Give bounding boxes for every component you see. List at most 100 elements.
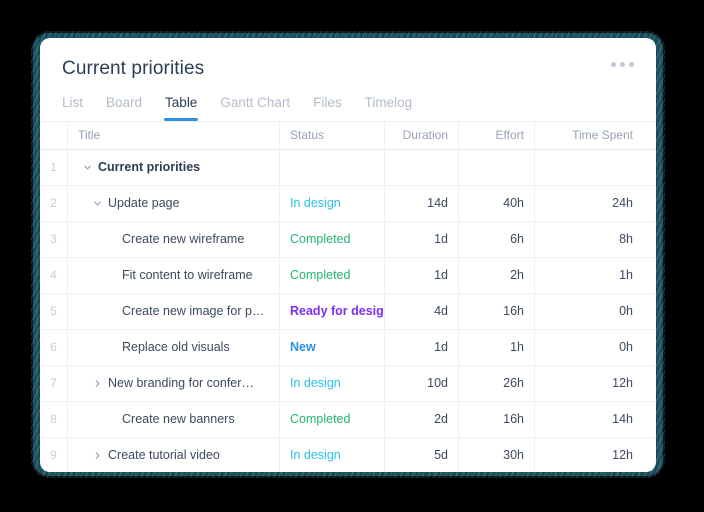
table-row[interactable]: 3 Create new wireframe Completed 1d 6h 8h bbox=[40, 221, 656, 258]
task-title: Create new image for p… bbox=[122, 304, 265, 319]
table-row[interactable]: 4 Fit content to wireframe Completed 1d 2h 1h bbox=[40, 257, 656, 294]
row-number: 1 bbox=[40, 149, 68, 185]
cell-effort[interactable]: 16h bbox=[459, 401, 535, 437]
status-badge: Completed bbox=[290, 232, 351, 247]
cell-title: New branding for confer… bbox=[68, 365, 280, 401]
cell-title: Replace old visuals bbox=[68, 329, 280, 365]
column-header-title[interactable]: Title bbox=[68, 121, 280, 149]
cell-duration[interactable] bbox=[385, 149, 459, 185]
column-header-duration[interactable]: Duration bbox=[385, 121, 459, 149]
cell-time-spent[interactable]: 12h bbox=[535, 438, 643, 472]
cell-time-spent[interactable] bbox=[535, 150, 643, 185]
row-number: 9 bbox=[40, 437, 68, 472]
cell-duration[interactable]: 1d bbox=[385, 257, 459, 293]
kebab-menu-icon[interactable] bbox=[611, 62, 634, 67]
task-title: Create tutorial video bbox=[108, 448, 220, 463]
cell-effort[interactable]: 26h bbox=[459, 365, 535, 401]
cell-status[interactable]: Ready for design bbox=[280, 293, 385, 329]
table-row[interactable]: 1 Current priorities bbox=[40, 149, 656, 186]
project-card: Current priorities List Board Table Gantt C… bbox=[40, 38, 656, 472]
cell-title: Current priorities bbox=[68, 149, 280, 185]
cell-title: Create new wireframe bbox=[68, 221, 280, 257]
cell-time-spent[interactable]: 12h bbox=[535, 366, 643, 401]
tab-table[interactable]: Table bbox=[164, 95, 199, 121]
table-row[interactable]: 8 Create new banners Completed 2d 16h 14h bbox=[40, 401, 656, 438]
row-number: 5 bbox=[40, 293, 68, 329]
cell-title: Create new image for p… bbox=[68, 293, 280, 329]
status-badge: New bbox=[290, 340, 316, 355]
cell-effort[interactable]: 2h bbox=[459, 257, 535, 293]
tab-timelog[interactable]: Timelog bbox=[365, 95, 413, 121]
chevron-down-icon[interactable] bbox=[80, 163, 94, 172]
row-number: 3 bbox=[40, 221, 68, 257]
kebab-dot bbox=[629, 62, 634, 67]
cell-duration[interactable]: 2d bbox=[385, 401, 459, 437]
tab-list[interactable]: List bbox=[62, 95, 83, 121]
column-header-time-spent[interactable]: Time Spent bbox=[535, 122, 643, 149]
row-number: 6 bbox=[40, 329, 68, 365]
task-title: New branding for confer… bbox=[108, 376, 254, 391]
cell-status[interactable]: Completed bbox=[280, 401, 385, 437]
chevron-right-icon[interactable] bbox=[90, 451, 104, 460]
cell-time-spent[interactable]: 0h bbox=[535, 294, 643, 329]
status-badge: In design bbox=[290, 376, 341, 391]
tab-files[interactable]: Files bbox=[313, 95, 342, 121]
status-badge: In design bbox=[290, 196, 341, 211]
cell-time-spent[interactable]: 24h bbox=[535, 186, 643, 221]
cell-effort[interactable]: 6h bbox=[459, 221, 535, 257]
task-title: Update page bbox=[108, 196, 180, 211]
cell-status[interactable]: In design bbox=[280, 365, 385, 401]
cell-time-spent[interactable]: 14h bbox=[535, 402, 643, 437]
row-number: 2 bbox=[40, 185, 68, 221]
status-badge: Completed bbox=[290, 412, 351, 427]
cell-title: Create new banners bbox=[68, 401, 280, 437]
cell-time-spent[interactable]: 1h bbox=[535, 258, 643, 293]
cell-effort[interactable]: 1h bbox=[459, 329, 535, 365]
cell-status[interactable]: In design bbox=[280, 185, 385, 221]
table-header-row: Title Status Duration Effort Time Spent bbox=[40, 121, 656, 150]
cell-effort[interactable]: 40h bbox=[459, 185, 535, 221]
column-header-effort[interactable]: Effort bbox=[459, 121, 535, 149]
task-title: Fit content to wireframe bbox=[122, 268, 253, 283]
cell-time-spent[interactable]: 0h bbox=[535, 330, 643, 365]
cell-effort[interactable] bbox=[459, 149, 535, 185]
table-row[interactable]: 7 New branding for confer… In design 10d 26h… bbox=[40, 365, 656, 402]
cell-status[interactable]: Completed bbox=[280, 257, 385, 293]
chevron-right-icon[interactable] bbox=[90, 379, 104, 388]
row-number: 7 bbox=[40, 365, 68, 401]
cell-title: Update page bbox=[68, 185, 280, 221]
page-title: Current priorities bbox=[62, 58, 205, 79]
chevron-down-icon[interactable] bbox=[90, 199, 104, 208]
row-number: 4 bbox=[40, 257, 68, 293]
cell-status[interactable]: Completed bbox=[280, 221, 385, 257]
cell-status[interactable] bbox=[280, 149, 385, 185]
cell-effort[interactable]: 16h bbox=[459, 293, 535, 329]
status-badge: Completed bbox=[290, 268, 351, 283]
column-header-rownum bbox=[40, 121, 68, 149]
cell-status[interactable]: New bbox=[280, 329, 385, 365]
view-tabs: List Board Table Gantt Chart Files Timelog bbox=[40, 81, 656, 121]
cell-status[interactable]: In design bbox=[280, 437, 385, 472]
kebab-dot bbox=[620, 62, 625, 67]
task-title: Create new wireframe bbox=[122, 232, 245, 247]
cell-duration[interactable]: 10d bbox=[385, 365, 459, 401]
table-row[interactable]: 9 Create tutorial video In design 5d 30h 12h bbox=[40, 437, 656, 472]
cell-duration[interactable]: 5d bbox=[385, 437, 459, 472]
cell-time-spent[interactable]: 8h bbox=[535, 222, 643, 257]
row-number: 8 bbox=[40, 401, 68, 437]
cell-duration[interactable]: 1d bbox=[385, 329, 459, 365]
task-title: Replace old visuals bbox=[122, 340, 230, 355]
status-badge: Ready for design bbox=[290, 304, 385, 319]
table-row[interactable]: 6 Replace old visuals New 1d 1h 0h bbox=[40, 329, 656, 366]
tab-board[interactable]: Board bbox=[106, 95, 142, 121]
cell-duration[interactable]: 1d bbox=[385, 221, 459, 257]
cell-duration[interactable]: 14d bbox=[385, 185, 459, 221]
tab-gantt-chart[interactable]: Gantt Chart bbox=[220, 95, 290, 121]
cell-effort[interactable]: 30h bbox=[459, 437, 535, 472]
cell-duration[interactable]: 4d bbox=[385, 293, 459, 329]
task-title: Current priorities bbox=[98, 160, 201, 175]
table-row[interactable]: 2 Update page In design 14d 40h 24h bbox=[40, 185, 656, 222]
column-header-status[interactable]: Status bbox=[280, 121, 385, 149]
table-row[interactable]: 5 Create new image for p… Ready for design… bbox=[40, 293, 656, 330]
kebab-dot bbox=[611, 62, 616, 67]
